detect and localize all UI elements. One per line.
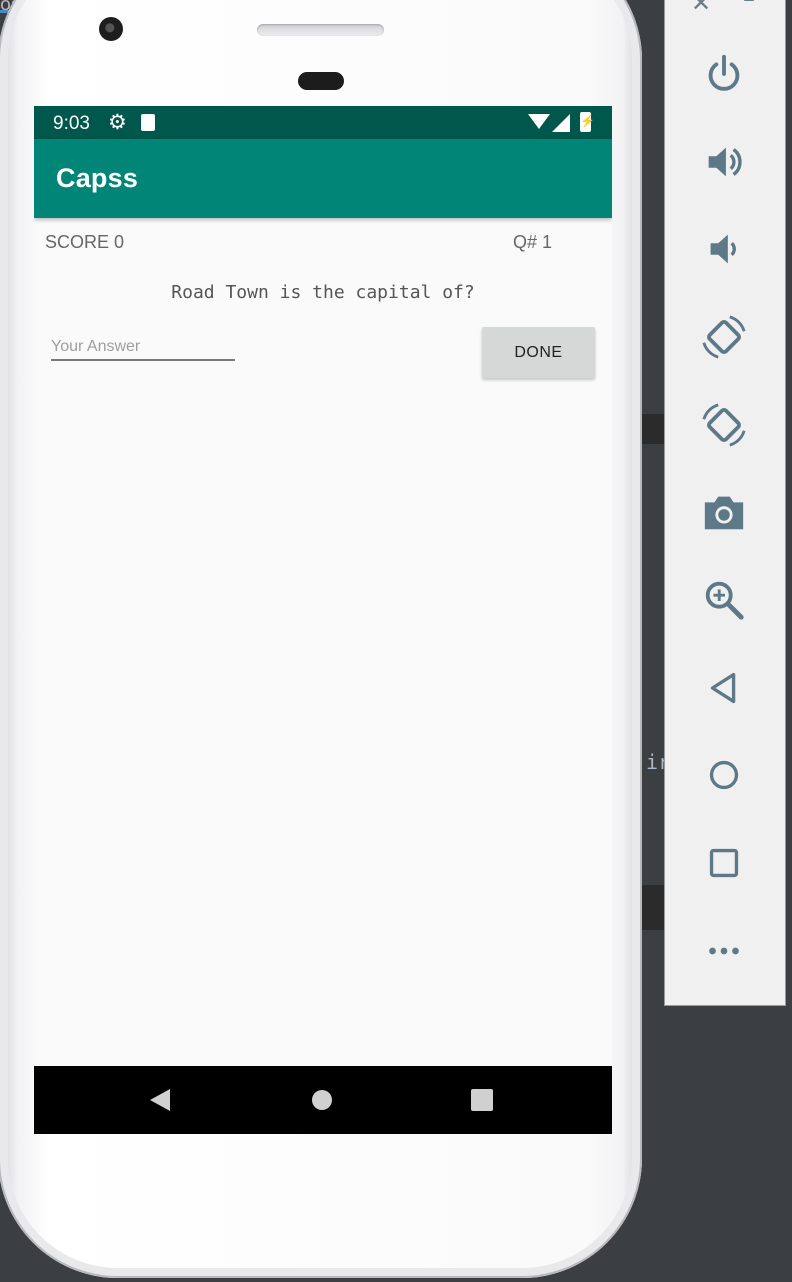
rotate-right-icon <box>702 403 746 447</box>
answer-input[interactable] <box>51 334 235 361</box>
device-screen: 9:03 ⚙ Capss SCORE 0 Q# 1 Road Town is t… <box>34 106 612 1134</box>
status-time: 9:03 <box>53 113 90 134</box>
navigation-bar <box>34 1066 612 1134</box>
back-icon[interactable] <box>150 1089 170 1111</box>
rotate-right-button[interactable] <box>695 396 753 454</box>
front-camera <box>99 17 123 41</box>
app-title: Capss <box>56 163 139 193</box>
power-icon <box>708 54 740 91</box>
volume-up-button[interactable] <box>695 133 753 191</box>
home-icon[interactable] <box>312 1090 332 1110</box>
home-icon <box>709 760 739 790</box>
wifi-icon <box>528 114 550 129</box>
ide-panel-bottom <box>632 1005 792 1282</box>
signal-icon <box>552 114 570 132</box>
question-text: Road Town is the capital of? <box>171 282 475 303</box>
proximity-sensor <box>298 72 344 90</box>
screenshot-button[interactable] <box>695 483 753 541</box>
overview-button[interactable] <box>695 834 753 892</box>
battery-charging-icon <box>580 112 595 132</box>
earpiece-speaker <box>257 24 384 36</box>
back-icon <box>710 672 736 704</box>
power-button[interactable] <box>695 45 753 103</box>
rotate-left-icon <box>702 315 746 359</box>
volume-up-icon <box>708 147 742 177</box>
status-bar: 9:03 ⚙ <box>34 106 612 139</box>
done-button[interactable]: DONE <box>482 327 595 378</box>
volume-down-button[interactable] <box>695 220 753 278</box>
question-number-label: Q# 1 <box>513 232 553 252</box>
more-icon <box>709 947 739 955</box>
app-bar: Capss <box>34 139 612 218</box>
sd-card-icon <box>141 114 155 131</box>
overview-icon <box>709 848 739 878</box>
close-icon[interactable]: ✕ <box>691 0 711 17</box>
zoom-button[interactable] <box>695 571 753 629</box>
back-button[interactable] <box>695 659 753 717</box>
recents-icon[interactable] <box>471 1089 493 1111</box>
rotate-left-button[interactable] <box>695 308 753 366</box>
emulator-toolbar: ✕ – <box>664 0 786 1006</box>
score-label: SCORE 0 <box>45 232 125 252</box>
home-button[interactable] <box>695 746 753 804</box>
zoom-icon <box>705 581 744 620</box>
settings-gear-icon: ⚙ <box>108 111 127 134</box>
volume-down-icon <box>710 234 736 264</box>
more-button[interactable] <box>695 922 753 980</box>
minimize-icon[interactable]: – <box>743 0 755 13</box>
camera-icon <box>704 496 744 530</box>
